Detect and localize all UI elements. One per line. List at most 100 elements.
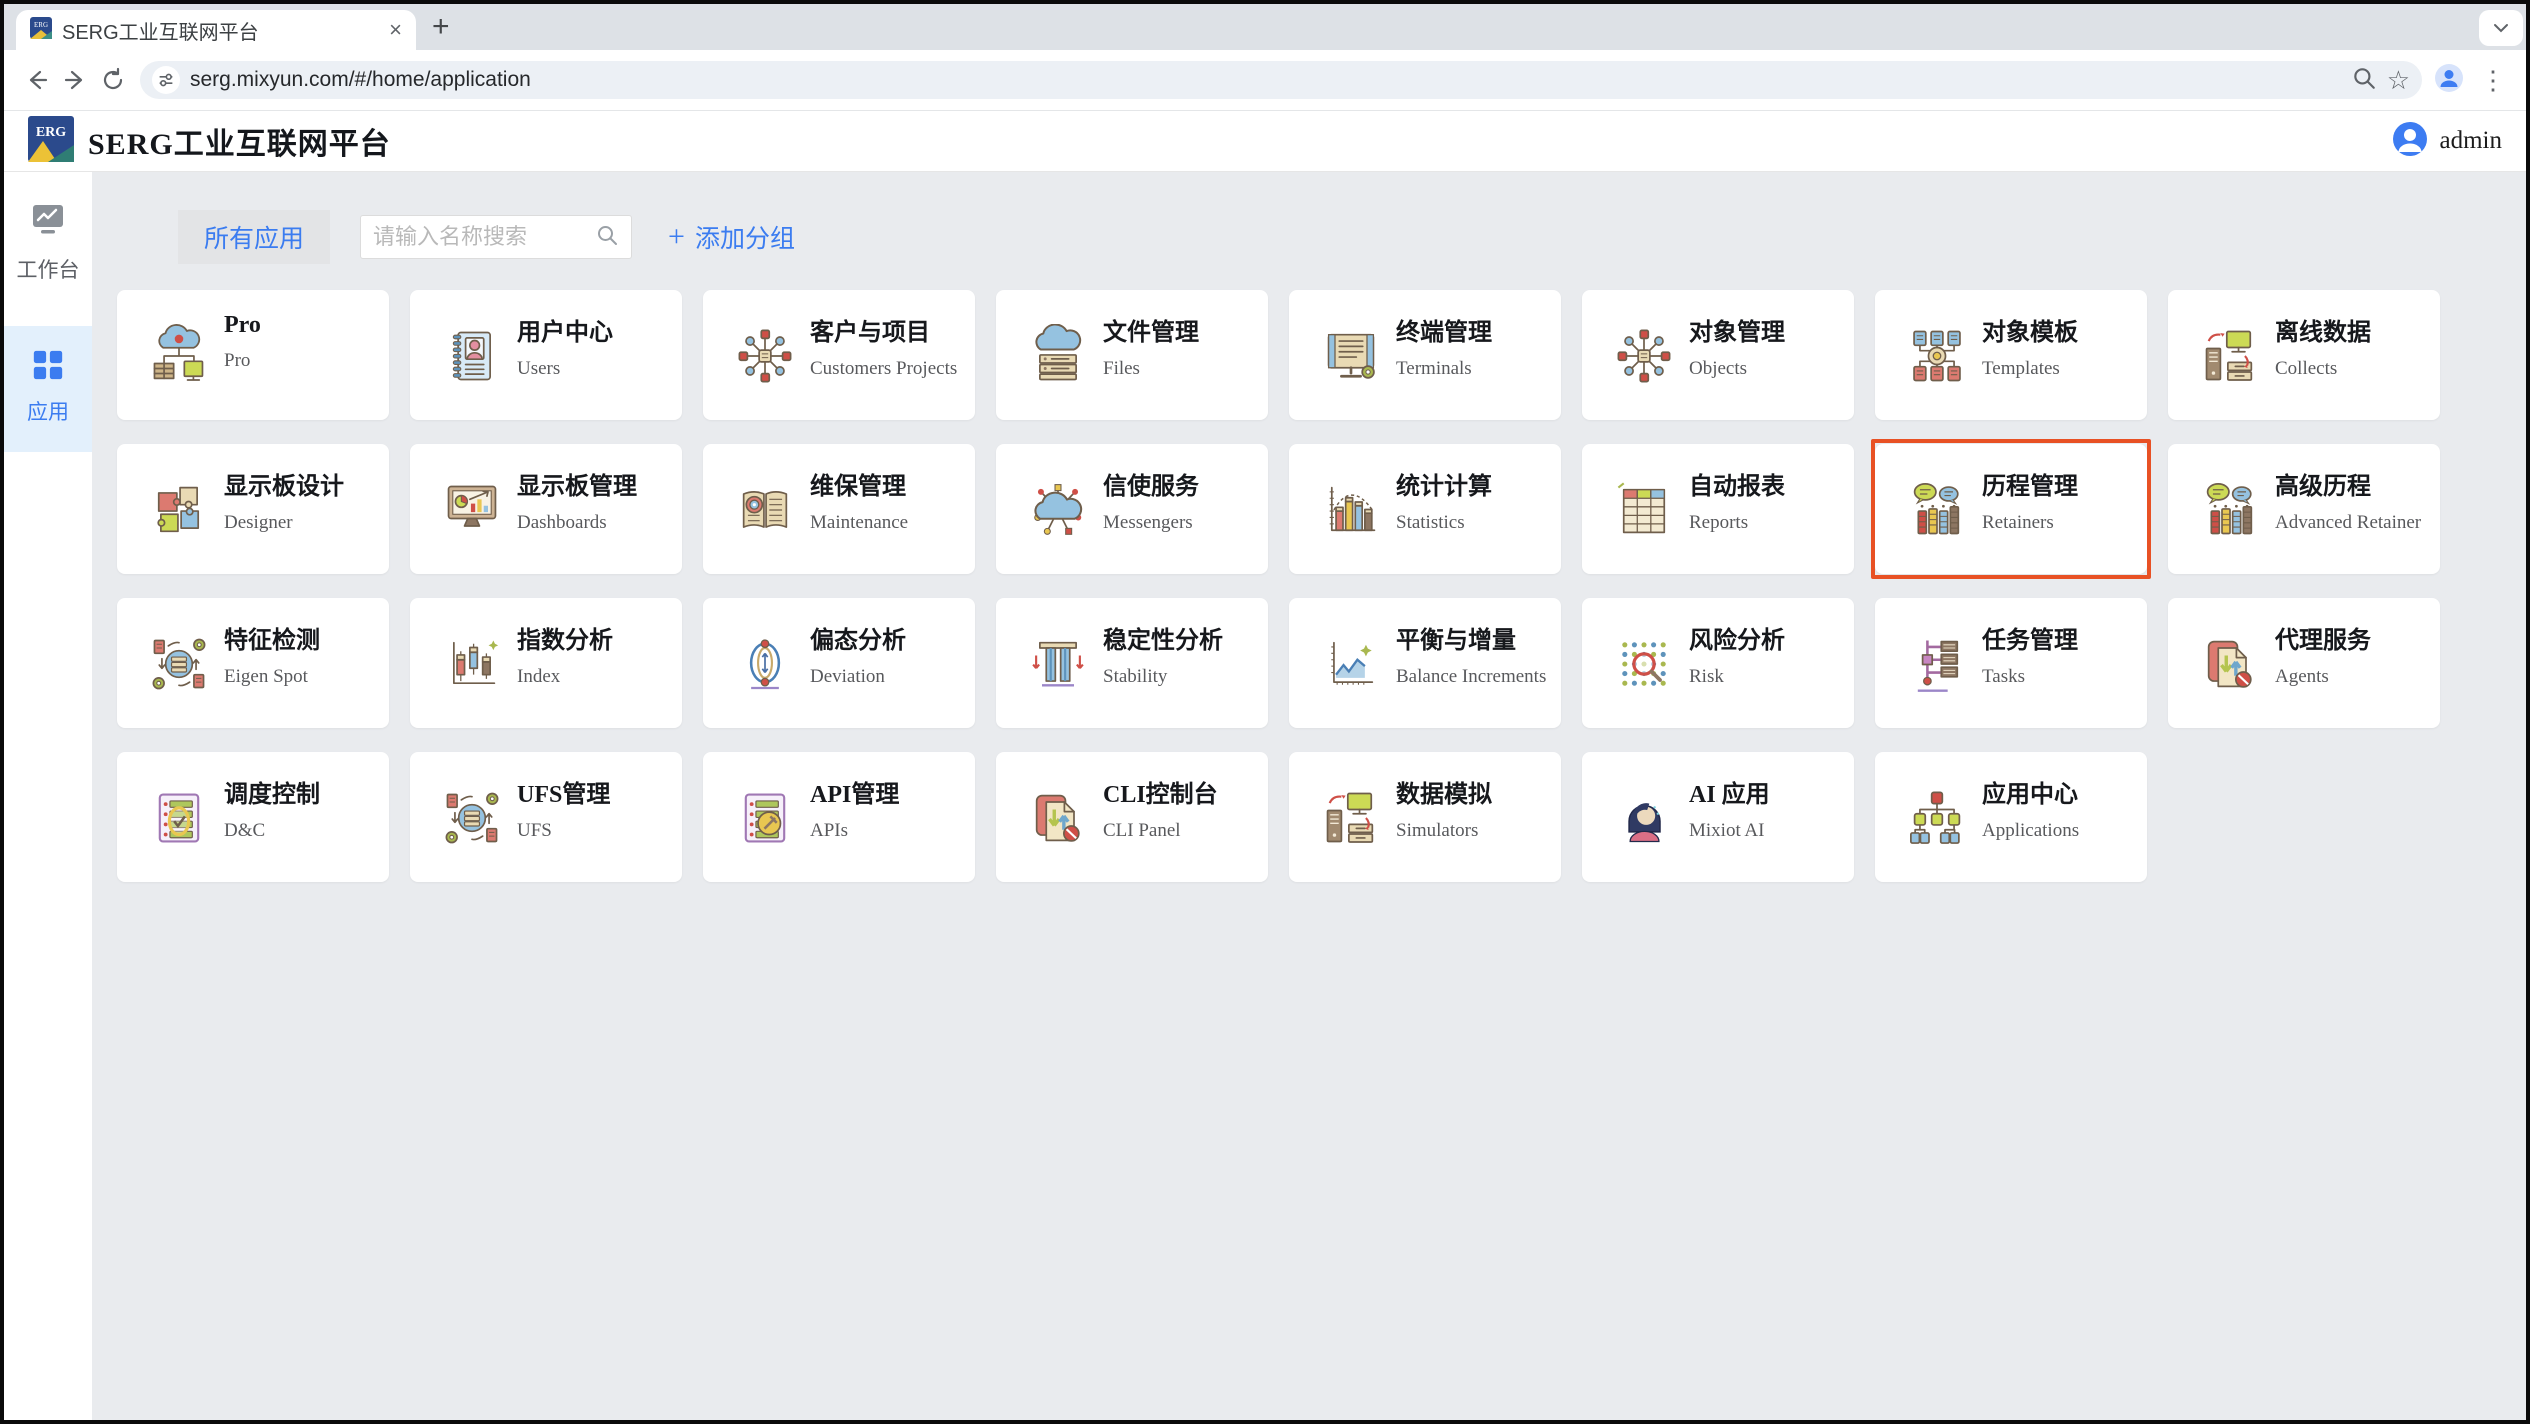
app-card-maintenance[interactable]: 维保管理 Maintenance	[703, 444, 975, 574]
users-icon	[440, 324, 504, 388]
site-settings-icon[interactable]	[152, 66, 180, 94]
customers-icon	[733, 324, 797, 388]
app-card-text: 文件管理 Files	[1103, 310, 1199, 420]
reload-icon[interactable]	[94, 61, 132, 99]
app-title: 用户中心	[517, 320, 613, 346]
bookmark-star-icon[interactable]: ☆	[2387, 67, 2410, 93]
ai-icon	[1612, 786, 1676, 850]
search-box[interactable]	[360, 215, 633, 259]
browser-menu-icon[interactable]: ⋮	[2480, 67, 2506, 93]
app-card-text: AI 应用 Mixiot AI	[1689, 772, 1770, 882]
sidebar-label: 应用	[27, 400, 69, 424]
app-subtitle: Applications	[1982, 820, 2080, 841]
app-card-reports[interactable]: 自动报表 Reports	[1582, 444, 1854, 574]
app-card-d-c[interactable]: 调度控制 D&C	[117, 752, 389, 882]
app-card-templates[interactable]: 对象模板 Templates	[1875, 290, 2147, 420]
app-card-retainers[interactable]: 历程管理 Retainers	[1871, 439, 2151, 579]
app-card-tasks[interactable]: 任务管理 Tasks	[1875, 598, 2147, 728]
app-card-applications[interactable]: 应用中心 Applications	[1875, 752, 2147, 882]
sidebar-item-workbench[interactable]: 工作台	[4, 186, 92, 300]
app-card-simulators[interactable]: 数据模拟 Simulators	[1289, 752, 1561, 882]
app-card-terminals[interactable]: 终端管理 Terminals	[1289, 290, 1561, 420]
app-card-designer[interactable]: 显示板设计 Designer	[117, 444, 389, 574]
app-card-ufs[interactable]: UFS管理 UFS	[410, 752, 682, 882]
app-card-text: 用户中心 Users	[517, 310, 613, 420]
app-subtitle: Mixiot AI	[1689, 820, 1765, 841]
app-title: 文件管理	[1103, 320, 1199, 346]
app-title: 终端管理	[1396, 320, 1492, 346]
pro-icon	[147, 324, 211, 388]
app-card-apis[interactable]: API管理 APIs	[703, 752, 975, 882]
app-card-balance-increments[interactable]: 平衡与增量 Balance Increments	[1289, 598, 1561, 728]
app-card-agents[interactable]: 代理服务 Agents	[2168, 598, 2440, 728]
app-subtitle: Tasks	[1982, 666, 2026, 687]
dashboards-icon	[440, 478, 504, 542]
messengers-icon	[1026, 478, 1090, 542]
app-card-stability[interactable]: 稳定性分析 Stability	[996, 598, 1268, 728]
app-card-files[interactable]: 文件管理 Files	[996, 290, 1268, 420]
app-title: 离线数据	[2275, 320, 2371, 346]
forward-icon[interactable]	[56, 61, 94, 99]
app-card-advanced-retainer[interactable]: 高级历程 Advanced Retainer	[2168, 444, 2440, 574]
tab-close-icon[interactable]: ×	[389, 19, 402, 41]
browser-profile-icon[interactable]	[2434, 63, 2464, 98]
app-subtitle: Deviation	[810, 666, 885, 687]
reports-icon	[1612, 478, 1676, 542]
app-card-messengers[interactable]: 信使服务 Messengers	[996, 444, 1268, 574]
app-card-text: UFS管理 UFS	[517, 772, 610, 882]
app-card-text: CLI控制台 CLI Panel	[1103, 772, 1218, 882]
app-card-users[interactable]: 用户中心 Users	[410, 290, 682, 420]
favicon: ERG	[30, 16, 52, 44]
stability-icon	[1026, 632, 1090, 696]
advanced-retainer-icon	[2198, 478, 2262, 542]
search-input[interactable]	[373, 224, 596, 250]
apis-icon	[733, 786, 797, 850]
app-card-index[interactable]: 指数分析 Index	[410, 598, 682, 728]
app-subtitle: Stability	[1103, 666, 1168, 687]
app-title: 平衡与增量	[1396, 628, 1516, 654]
app-title: 客户与项目	[810, 320, 930, 346]
new-tab-button[interactable]: +	[432, 12, 450, 42]
app-title: 代理服务	[2275, 628, 2371, 654]
app-card-text: 显示板管理 Dashboards	[517, 464, 637, 574]
user-avatar[interactable]	[2392, 121, 2428, 162]
app-card-mixiot-ai[interactable]: AI 应用 Mixiot AI	[1582, 752, 1854, 882]
zoom-icon[interactable]	[2351, 65, 2377, 96]
risk-icon	[1612, 632, 1676, 696]
app-subtitle: Statistics	[1396, 512, 1465, 533]
page-title: SERG工业互联网平台	[88, 128, 391, 161]
app-title: 调度控制	[224, 782, 320, 808]
app-subtitle: Pro	[224, 350, 251, 371]
sidebar-item-applications[interactable]: 应用	[4, 326, 92, 452]
app-subtitle: Users	[517, 358, 561, 379]
app-card-text: 高级历程 Advanced Retainer	[2275, 464, 2421, 574]
app-title: 自动报表	[1689, 474, 1785, 500]
apps-grid-icon	[31, 348, 65, 387]
tab-title: SERG工业互联网平台	[62, 21, 259, 44]
tab-search-chevron-icon[interactable]	[2479, 10, 2523, 46]
app-subtitle: Index	[517, 666, 561, 687]
app-card-risk[interactable]: 风险分析 Risk	[1582, 598, 1854, 728]
app-card-customers-projects[interactable]: 客户与项目 Customers Projects	[703, 290, 975, 420]
all-apps-button[interactable]: 所有应用	[178, 210, 331, 264]
app-card-text: 对象模板 Templates	[1982, 310, 2078, 420]
app-card-text: 维保管理 Maintenance	[810, 464, 908, 574]
maintenance-icon	[733, 478, 797, 542]
app-card-deviation[interactable]: 偏态分析 Deviation	[703, 598, 975, 728]
app-card-objects[interactable]: 对象管理 Objects	[1582, 290, 1854, 420]
apps-toolbar: 所有应用 + 添加分组	[178, 210, 2526, 264]
app-card-cli-panel[interactable]: CLI控制台 CLI Panel	[996, 752, 1268, 882]
back-icon[interactable]	[18, 61, 56, 99]
app-card-eigen-spot[interactable]: 特征检测 Eigen Spot	[117, 598, 389, 728]
url-bar[interactable]: serg.mixyun.com/#/home/application ☆	[140, 61, 2422, 99]
app-card-dashboards[interactable]: 显示板管理 Dashboards	[410, 444, 682, 574]
browser-tab[interactable]: ERG SERG工业互联网平台 ×	[16, 10, 416, 50]
app-card-text: API管理 APIs	[810, 772, 899, 882]
app-card-pro[interactable]: Pro Pro	[117, 290, 389, 420]
username-label[interactable]: admin	[2440, 127, 2503, 155]
app-title: CLI控制台	[1103, 782, 1218, 808]
app-card-statistics[interactable]: 统计计算 Statistics	[1289, 444, 1561, 574]
add-group-button[interactable]: + 添加分组	[668, 219, 795, 255]
app-card-collects[interactable]: 离线数据 Collects	[2168, 290, 2440, 420]
designer-icon	[147, 478, 211, 542]
